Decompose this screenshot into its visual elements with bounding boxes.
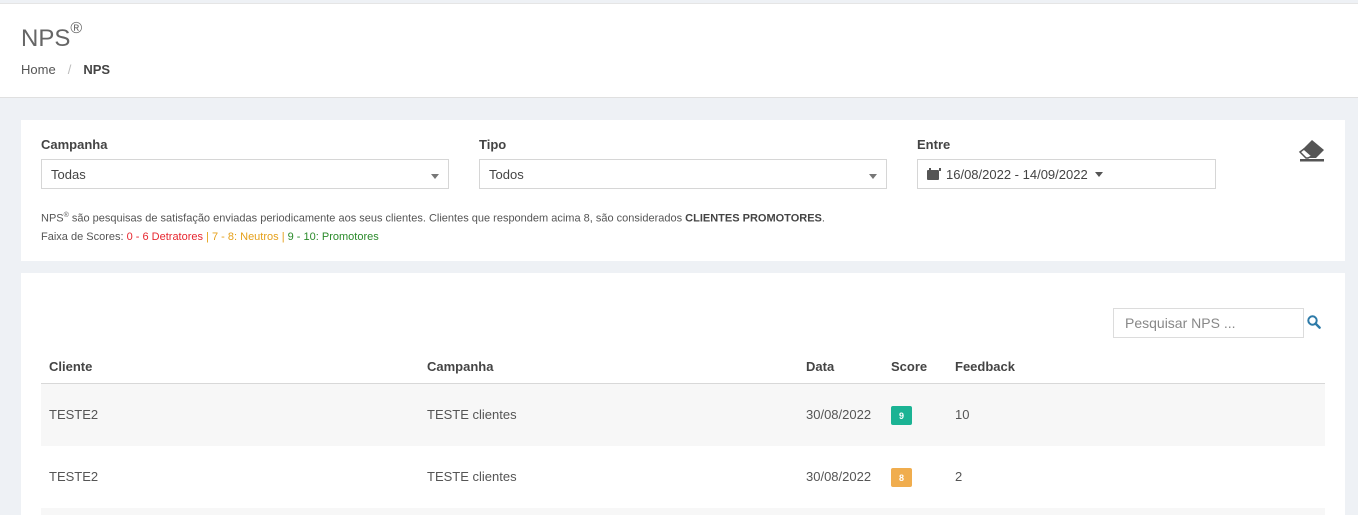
detratores-range: 0 - 6 Detratores <box>126 230 204 243</box>
column-header-campanha[interactable]: Campanha <box>427 359 493 374</box>
date-range-value: 16/08/2022 - 14/09/2022 <box>946 166 1088 182</box>
nps-description: NPS® são pesquisas de satisfação enviada… <box>41 212 825 225</box>
search-icon[interactable] <box>1307 315 1321 329</box>
nps-info-text: NPS® são pesquisas de satisfação enviada… <box>41 207 825 246</box>
chevron-down-icon <box>869 174 877 179</box>
score-ranges: Faixa de Scores: 0 - 6 Detratores | 7 - … <box>41 230 379 243</box>
breadcrumb: Home / NPS <box>21 62 110 77</box>
table-header: Cliente Campanha Data Score Feedback <box>41 355 1325 384</box>
date-range-picker[interactable]: 16/08/2022 - 14/09/2022 <box>917 159 1216 189</box>
cell-feedback: 10 <box>955 407 970 422</box>
entre-label: Entre <box>917 137 951 152</box>
cell-campanha: TESTE clientes <box>427 407 517 422</box>
tipo-label: Tipo <box>479 137 507 152</box>
cell-data: 30/08/2022 <box>806 407 872 422</box>
table-row[interactable]: TESTE2 TESTE clientes 30/08/2022 8 2 <box>41 446 1325 508</box>
breadcrumb-separator: / <box>67 62 72 77</box>
cell-feedback: 2 <box>955 469 963 484</box>
page-header: NPS® Home / NPS <box>0 3 1358 98</box>
cell-data: 30/08/2022 <box>806 469 872 484</box>
nps-table-panel: Cliente Campanha Data Score Feedback TES… <box>21 273 1345 515</box>
eraser-icon[interactable] <box>1298 138 1326 162</box>
neutros-range: 7 - 8: Neutros <box>212 230 279 243</box>
campanha-label: Campanha <box>41 137 108 152</box>
score-badge: 8 <box>891 468 912 487</box>
tipo-selected-value: Todos <box>489 166 524 182</box>
breadcrumb-home-link[interactable]: Home <box>21 62 56 77</box>
search-input[interactable] <box>1113 308 1304 338</box>
campanha-selected-value: Todas <box>51 166 86 182</box>
cell-campanha: TESTE clientes <box>427 469 517 484</box>
tipo-select[interactable]: Todos <box>479 159 887 189</box>
calendar-icon <box>927 168 941 180</box>
chevron-down-icon <box>431 174 439 179</box>
breadcrumb-current: NPS <box>83 62 111 77</box>
cell-cliente: TESTE2 <box>49 407 99 422</box>
table-row <box>41 508 1325 515</box>
column-header-score[interactable]: Score <box>891 359 927 374</box>
column-header-feedback[interactable]: Feedback <box>955 359 1015 374</box>
column-header-cliente[interactable]: Cliente <box>49 359 92 374</box>
column-header-data[interactable]: Data <box>806 359 834 374</box>
cell-cliente: TESTE2 <box>49 469 99 484</box>
score-badge: 9 <box>891 406 912 425</box>
page-title: NPS® <box>21 20 83 52</box>
promotores-range: 9 - 10: Promotores <box>287 230 379 243</box>
filter-panel: Campanha Todas Tipo Todos Entre 16/08/20… <box>21 120 1345 261</box>
table-row[interactable]: TESTE2 TESTE clientes 30/08/2022 9 10 <box>41 384 1325 446</box>
campanha-select[interactable]: Todas <box>41 159 449 189</box>
caret-down-icon <box>1094 171 1103 177</box>
